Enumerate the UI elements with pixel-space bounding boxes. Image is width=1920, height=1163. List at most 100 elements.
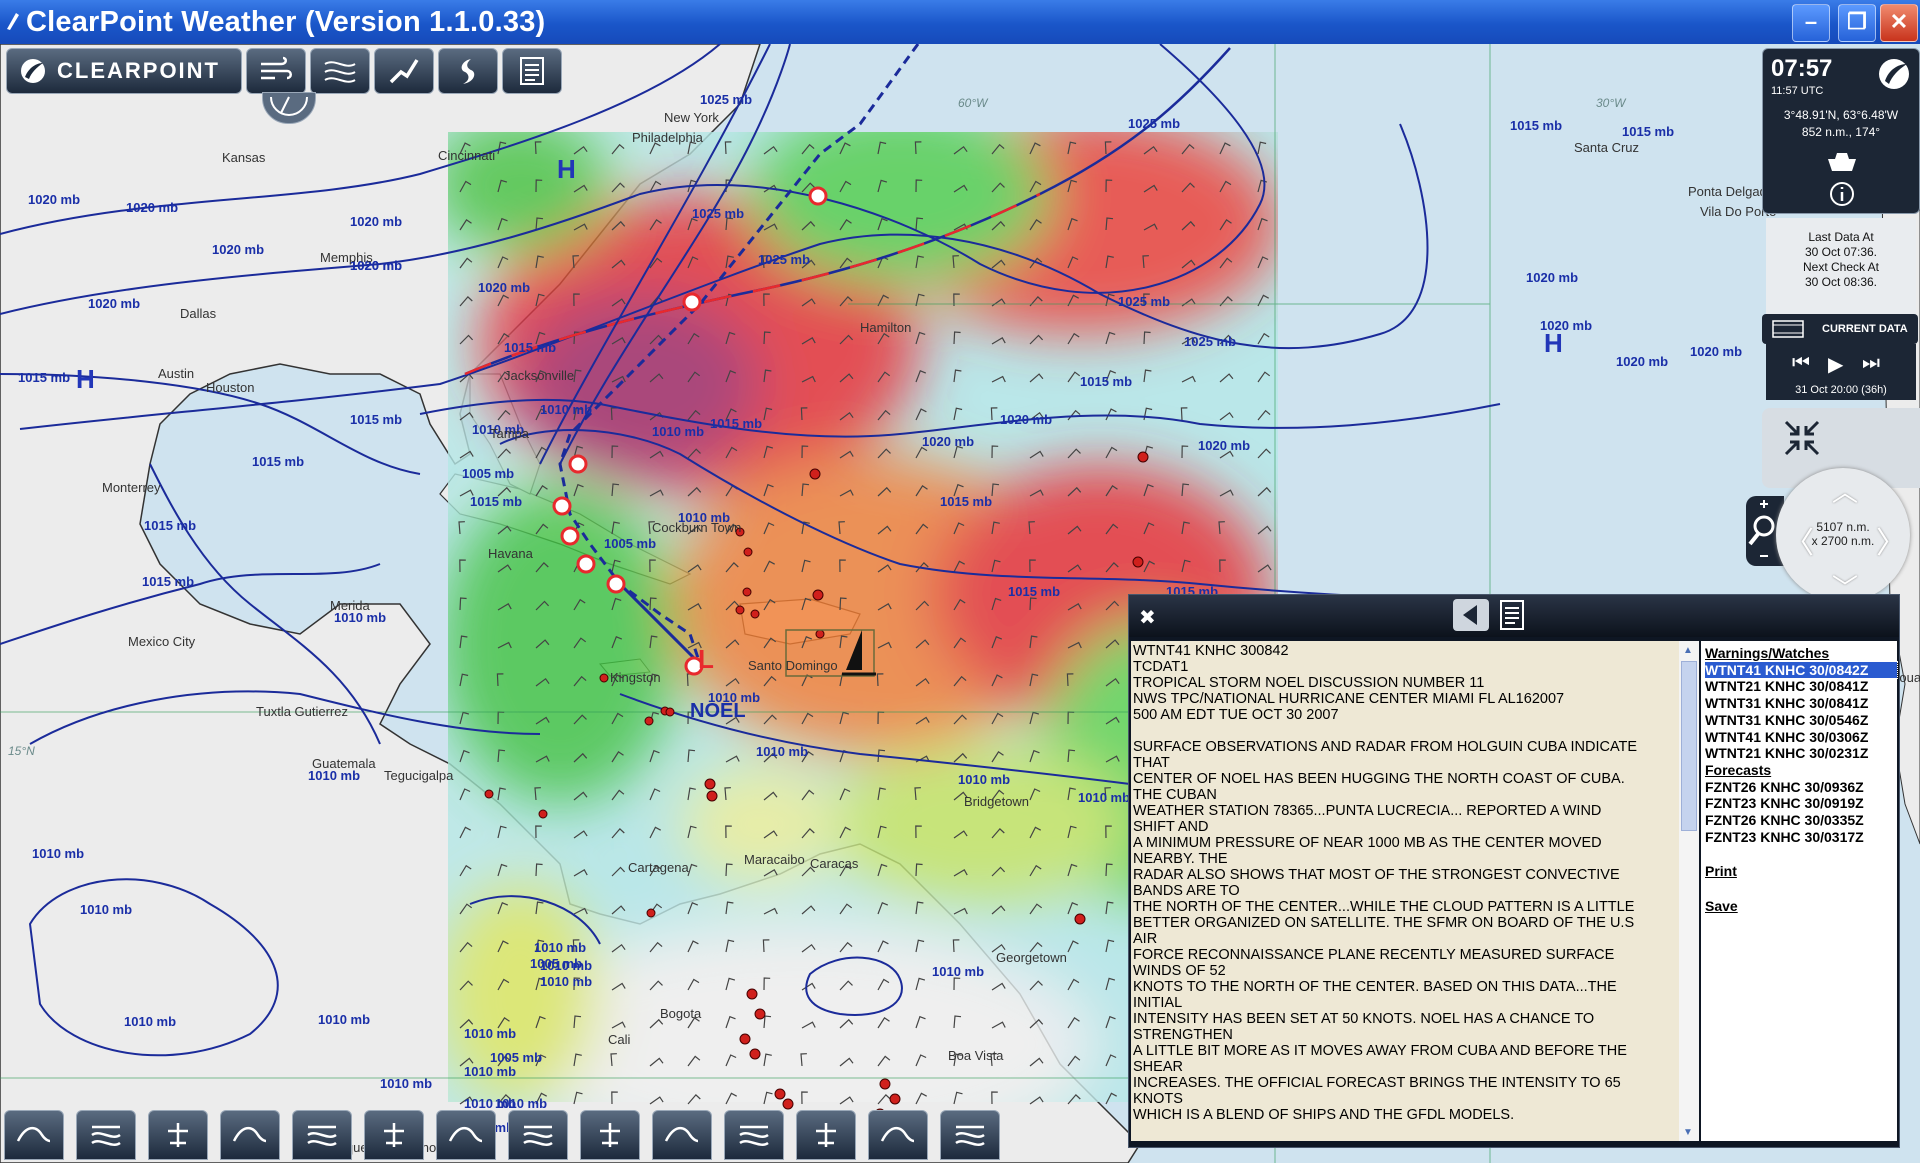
triangle-left-icon: [1463, 605, 1477, 625]
bulletin-list-item[interactable]: WTNT21 KNHC 30/0841Z: [1705, 678, 1897, 695]
step-forward-button[interactable]: ⏭: [1862, 352, 1880, 375]
scroll-thumb[interactable]: [1681, 661, 1697, 831]
bulletin-list-item[interactable]: WTNT41 KNHC 30/0842Z: [1704, 660, 1898, 680]
storm-position-marker[interactable]: [568, 454, 588, 474]
wave-height-icon: [16, 1127, 51, 1143]
close-button[interactable]: ✕: [1880, 4, 1918, 42]
clearpoint-logo-button[interactable]: CLEARPOINT: [6, 48, 242, 94]
visibility-button[interactable]: [364, 1110, 424, 1160]
play-icon: ▶: [1828, 354, 1844, 376]
current-data-bar[interactable]: CURRENT DATA: [1762, 314, 1918, 344]
satellite-button[interactable]: [580, 1110, 640, 1160]
bulletin-line: THE CUBAN: [1133, 787, 1217, 803]
storm-position-marker[interactable]: [560, 526, 580, 546]
city-label: Memphis: [320, 250, 373, 265]
wave-height-button[interactable]: [4, 1110, 64, 1160]
route-button[interactable]: [374, 48, 434, 94]
bulletin-list-item[interactable]: WTNT31 KNHC 30/0841Z: [1705, 695, 1897, 712]
air-temperature-button[interactable]: [148, 1110, 208, 1160]
cloud-button[interactable]: [220, 1110, 280, 1160]
info-icon[interactable]: [1829, 181, 1855, 207]
document-view-button[interactable]: [1499, 599, 1533, 633]
storm-position-marker[interactable]: [552, 496, 572, 516]
isobar-pressure-label: 1020 mb: [922, 434, 975, 449]
bulletin-list-item[interactable]: FZNT26 KNHC 30/0335Z: [1705, 812, 1897, 829]
sea-ice-button[interactable]: [724, 1110, 784, 1160]
minimize-button[interactable]: –: [1792, 4, 1830, 42]
pan-up-icon[interactable]: ︿: [1832, 472, 1858, 509]
close-bulletin-button[interactable]: ✖: [1139, 605, 1156, 630]
wind-layer-button[interactable]: [246, 48, 306, 94]
play-button[interactable]: ▶: [1828, 352, 1843, 377]
city-label: Tampa: [490, 426, 530, 441]
bulletin-list-item[interactable]: FZNT23 KNHC 30/0919Z: [1705, 795, 1897, 812]
satellite-icon: [600, 1123, 620, 1147]
wind-icon: [261, 56, 292, 80]
step-back-button[interactable]: ⏮: [1792, 352, 1810, 375]
bulletin-line: 500 AM EDT TUE OCT 30 2007: [1133, 707, 1339, 723]
isobar-icon: [324, 61, 356, 83]
city-label: Caracas: [810, 856, 859, 871]
status-panel: 07:57 11:57 UTC 3°48.91'N, 63°6.48'W 852…: [1762, 48, 1920, 214]
settings-gear-icon[interactable]: [1825, 151, 1859, 173]
pan-navigation-disk[interactable]: ︿ 〈 〉 ﹀ 5107 n.m. x 2700 n.m.: [1776, 468, 1910, 603]
step-back-icon: ⏮: [1792, 352, 1810, 374]
bulletin-line: A MINIMUM PRESSURE OF NEAR 1000 MB AS TH…: [1133, 835, 1602, 851]
swell-icon: [816, 1123, 836, 1147]
city-label: Bogota: [660, 1006, 702, 1021]
collapse-list-button[interactable]: [1453, 599, 1489, 631]
storm-position-marker[interactable]: [682, 292, 702, 312]
isobar-pressure-label: 1010 mb: [540, 974, 593, 989]
isobar-pressure-label: 1015 mb: [1622, 124, 1675, 139]
warnings-header: Warnings/Watches: [1705, 645, 1830, 661]
bulletin-list-item[interactable]: FZNT26 KNHC 30/0936Z: [1705, 779, 1897, 796]
rain-icon: [307, 1125, 337, 1146]
scroll-up-icon[interactable]: ▲: [1683, 645, 1693, 656]
bulletin-list-item[interactable]: WTNT31 KNHC 30/0546Z: [1705, 712, 1897, 729]
hurricane-button[interactable]: [438, 48, 498, 94]
isobar-pressure-label: 1005 mb: [604, 536, 657, 551]
isobar-pressure-label: 1010 mb: [380, 1076, 433, 1091]
sea-temperature-button[interactable]: [76, 1110, 136, 1160]
isobar-pressure-label: 1010 mb: [756, 744, 809, 759]
rain-button[interactable]: [292, 1110, 352, 1160]
surf-icon: [880, 1127, 915, 1143]
isobar-pressure-label: 1015 mb: [940, 494, 993, 509]
wind-legend-dial[interactable]: [262, 92, 316, 124]
isobar-pressure-label: 1005 mb: [462, 466, 515, 481]
ocean-current-button[interactable]: [436, 1110, 496, 1160]
bulletin-text[interactable]: WTNT41 KNHC 300842 TCDAT1 TROPICAL STORM N…: [1131, 641, 1681, 1141]
storm-position-marker[interactable]: [808, 186, 828, 206]
pressure-gauge-icon: [523, 1125, 553, 1146]
document-icon: [1500, 600, 1524, 630]
isobar-pressure-label: 1020 mb: [478, 280, 531, 295]
bulletin-list-item[interactable]: WTNT41 KNHC 30/0306Z: [1705, 729, 1897, 746]
route-icon: [389, 59, 419, 84]
bulletin-line: KNOTS TO THE NORTH OF THE CENTER. BASED …: [1133, 979, 1617, 995]
forecasts-header: Forecasts: [1705, 761, 1772, 778]
lightning-button[interactable]: [652, 1110, 712, 1160]
bulletin-list-item[interactable]: FZNT23 KNHC 30/0317Z: [1705, 829, 1897, 846]
save-link[interactable]: Save: [1705, 898, 1897, 915]
isobar-pressure-label: 1010 mb: [1078, 790, 1131, 805]
swell-button[interactable]: [796, 1110, 856, 1160]
storm-position-marker[interactable]: [576, 554, 596, 574]
upload-button[interactable]: [940, 1110, 1000, 1160]
text-bulletins-button[interactable]: [502, 48, 562, 94]
isobar-pressure-label: 1015 mb: [142, 574, 195, 589]
maximize-button[interactable]: ❐: [1838, 4, 1876, 42]
bottom-toolbar: [4, 1110, 1000, 1160]
close-icon: ✖: [1139, 607, 1156, 629]
isobar-pressure-label: 1010 mb: [464, 1064, 517, 1079]
bulletin-scrollbar[interactable]: ▲ ▼: [1679, 641, 1699, 1141]
storm-position-marker[interactable]: [606, 574, 626, 594]
cloud-icon: [232, 1127, 267, 1143]
isobars-layer-button[interactable]: [310, 48, 370, 94]
surf-button[interactable]: [868, 1110, 928, 1160]
bulletin-list: Warnings/Watches WTNT41 KNHC 30/0842Z WTN…: [1701, 641, 1898, 1141]
pressure-gauge-button[interactable]: [508, 1110, 568, 1160]
print-link[interactable]: Print: [1705, 863, 1897, 880]
bulletin-list-item[interactable]: WTNT21 KNHC 30/0231Z: [1705, 745, 1897, 762]
city-label: Guatemala: [312, 756, 376, 771]
scroll-down-icon[interactable]: ▼: [1683, 1127, 1693, 1138]
